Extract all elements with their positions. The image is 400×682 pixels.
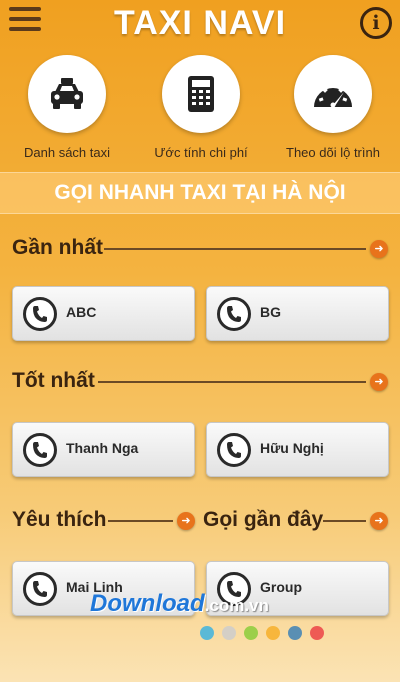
section-nearest: Gần nhất ➜ — [12, 236, 388, 262]
arrow-right-icon[interactable]: ➜ — [370, 373, 388, 391]
taxi-name: Hữu Nghị — [260, 440, 324, 456]
watermark-main: Download — [90, 590, 205, 617]
divider — [108, 520, 173, 522]
dot — [266, 626, 280, 640]
info-icon[interactable]: i — [360, 7, 392, 39]
feature-label: Ước tính chi phí — [154, 145, 248, 160]
feature-cost-estimate[interactable]: Ước tính chi phí — [136, 55, 266, 160]
app-title: TAXI NAVI — [113, 4, 287, 42]
feature-taxi-list[interactable]: Danh sách taxi — [2, 55, 132, 160]
taxi-name: BG — [260, 304, 281, 320]
calculator-icon — [162, 55, 240, 133]
section-recent-calls: Gọi gần đây ➜ — [203, 508, 388, 534]
call-button-bg[interactable]: BG — [206, 286, 389, 341]
arrow-right-icon[interactable]: ➜ — [370, 512, 388, 530]
divider — [98, 381, 366, 383]
top-bar: TAXI NAVI i — [0, 0, 400, 48]
quick-call-banner: GỌI NHANH TAXI TẠI HÀ NỘI — [0, 172, 400, 214]
arrow-right-icon[interactable]: ➜ — [177, 512, 195, 530]
section-title: Yêu thích — [12, 508, 107, 531]
dot — [200, 626, 214, 640]
call-button-huu-nghi[interactable]: Hữu Nghị — [206, 422, 389, 477]
section-title: Gọi gần đây — [203, 508, 324, 531]
taxi-icon — [28, 55, 106, 133]
speedometer-icon — [294, 55, 372, 133]
phone-icon — [23, 433, 57, 467]
watermark-suffix: .com.vn — [204, 596, 269, 615]
dot — [222, 626, 236, 640]
feature-label: Theo dõi lộ trình — [286, 145, 380, 160]
phone-icon — [217, 297, 251, 331]
divider — [323, 520, 366, 522]
dot — [288, 626, 302, 640]
divider — [104, 248, 366, 250]
section-title: Tốt nhất — [12, 369, 95, 392]
section-favorites: Yêu thích ➜ — [12, 508, 195, 534]
section-best: Tốt nhất ➜ — [12, 369, 388, 395]
call-button-abc[interactable]: ABC — [12, 286, 195, 341]
dot — [244, 626, 258, 640]
taxi-name: Thanh Nga — [66, 440, 139, 456]
download-watermark: Download.com.vn — [90, 590, 269, 618]
section-title: Gần nhất — [12, 236, 104, 259]
taxi-name: ABC — [66, 304, 97, 320]
phone-icon — [23, 572, 57, 606]
dot — [310, 626, 324, 640]
call-button-thanh-nga[interactable]: Thanh Nga — [12, 422, 195, 477]
feature-route-tracking[interactable]: Theo dõi lộ trình — [268, 55, 398, 160]
arrow-right-icon[interactable]: ➜ — [370, 240, 388, 258]
phone-icon — [23, 297, 57, 331]
feature-label: Danh sách taxi — [24, 145, 110, 160]
feature-shortcuts: Danh sách taxi Ước tính chi phí Theo dõi… — [0, 55, 400, 170]
phone-icon — [217, 433, 251, 467]
